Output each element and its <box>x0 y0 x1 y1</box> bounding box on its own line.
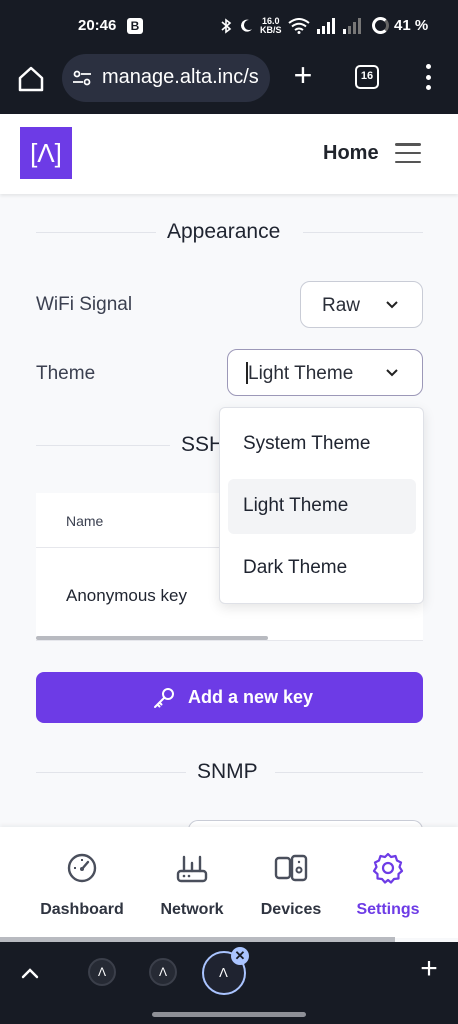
new-tab-icon[interactable]: + <box>290 59 316 91</box>
notification-badge: B <box>127 18 143 34</box>
theme-option-label: Dark Theme <box>243 557 348 578</box>
wifi-icon <box>287 18 310 34</box>
site-settings-icon[interactable] <box>72 68 92 88</box>
add-new-key-label: Add a new key <box>188 687 314 707</box>
browser-toolbar: manage.alta.inc/s + 16 <box>0 52 458 114</box>
theme-option-light[interactable]: Light Theme <box>228 479 416 534</box>
gesture-bar[interactable] <box>152 1012 306 1017</box>
wifi-signal-select[interactable]: Raw <box>300 281 423 328</box>
nav-dashboard[interactable]: Dashboard <box>27 827 137 938</box>
tab-favicon[interactable] <box>88 958 116 986</box>
router-icon <box>176 855 208 883</box>
close-tab-icon[interactable]: ✕ <box>231 947 249 965</box>
battery-icon <box>372 17 389 34</box>
status-time: 20:46 <box>78 17 117 34</box>
wifi-signal-value: Raw <box>322 295 361 316</box>
theme-value: Light Theme <box>248 363 354 384</box>
signal-icon <box>316 18 335 34</box>
theme-label: Theme <box>36 363 96 384</box>
network-speed: 16.0 KB/S <box>260 17 282 35</box>
alta-logo[interactable]: [Λ] <box>20 127 72 179</box>
theme-option-dark[interactable]: Dark Theme <box>228 541 416 596</box>
theme-option-system[interactable]: System Theme <box>228 417 416 472</box>
chevron-up-icon[interactable] <box>18 962 42 986</box>
theme-option-label: System Theme <box>243 433 371 454</box>
network-speed-unit: KB/S <box>260 25 282 35</box>
nav-dashboard-label: Dashboard <box>40 901 124 918</box>
nav-network[interactable]: Network <box>137 827 247 938</box>
gauge-icon <box>67 853 97 883</box>
snmp-section-title: SNMP <box>36 758 423 788</box>
nav-settings[interactable]: Settings <box>333 827 443 938</box>
home-link[interactable]: Home <box>323 142 379 165</box>
devices-icon <box>274 854 308 882</box>
tab-favicon[interactable] <box>149 958 177 986</box>
snmp-heading: SNMP <box>197 760 258 783</box>
home-icon[interactable] <box>16 64 46 94</box>
table-cell-key-name: Anonymous key <box>66 586 187 605</box>
status-bar: 20:46 B 16.0 KB/S 41 % <box>0 0 458 52</box>
ssh-heading: SSH <box>181 433 225 456</box>
theme-dropdown-menu: System Theme Light Theme Dark Theme <box>219 407 424 604</box>
moon-icon <box>241 19 252 32</box>
appearance-section-title: Appearance <box>36 218 423 248</box>
address-bar[interactable]: manage.alta.inc/s <box>62 54 270 102</box>
column-header-name: Name <box>66 513 104 529</box>
signal-weak-icon <box>342 18 361 34</box>
battery-percent: 41 % <box>394 17 429 34</box>
chevron-down-icon <box>386 301 398 309</box>
add-new-key-button[interactable]: Add a new key <box>36 672 423 723</box>
chevron-down-icon <box>386 369 398 377</box>
url-text: manage.alta.inc/s <box>102 66 259 88</box>
nav-devices[interactable]: Devices <box>236 827 346 938</box>
theme-select[interactable]: Light Theme <box>227 349 423 396</box>
gear-icon <box>372 852 404 884</box>
browser-tab-strip: ✕ + <box>0 942 458 1024</box>
battery-indicator: 41 % <box>372 17 428 34</box>
app-header: [Λ] Home <box>0 114 458 194</box>
appearance-heading: Appearance <box>167 220 281 243</box>
wifi-signal-label: WiFi Signal <box>36 294 133 315</box>
status-icons: 16.0 KB/S <box>220 17 362 35</box>
add-tab-icon[interactable]: + <box>416 954 442 984</box>
key-icon <box>154 688 174 708</box>
nav-devices-label: Devices <box>260 901 322 918</box>
tab-switcher-button[interactable]: 16 <box>355 65 379 89</box>
bottom-navigation: Dashboard Network Devices Settings <box>0 827 458 938</box>
browser-menu-icon[interactable] <box>420 64 436 90</box>
nav-network-label: Network <box>160 901 224 918</box>
nav-settings-label: Settings <box>356 901 420 918</box>
hamburger-menu-icon[interactable] <box>395 143 421 163</box>
bluetooth-icon <box>221 18 232 34</box>
theme-option-label: Light Theme <box>243 495 349 516</box>
